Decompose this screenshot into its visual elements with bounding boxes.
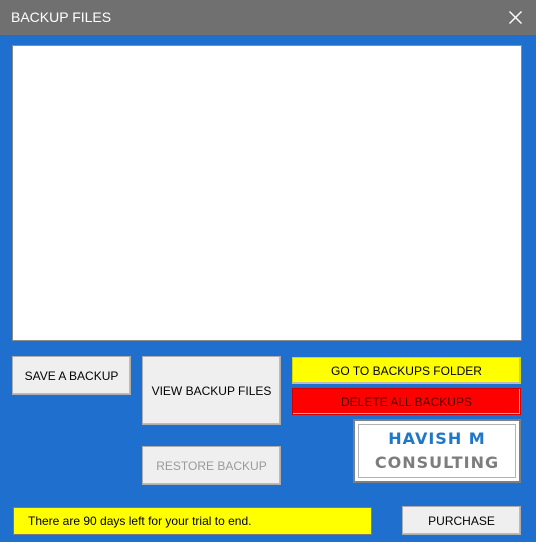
- logo-line-1: HAVISH M: [388, 429, 486, 448]
- window-title: BACKUP FILES: [11, 9, 112, 25]
- view-backup-files-button[interactable]: VIEW BACKUP FILES: [142, 356, 281, 425]
- backup-files-list[interactable]: [12, 45, 522, 341]
- close-button[interactable]: [496, 0, 536, 35]
- logo-line-2: CONSULTING: [374, 453, 500, 472]
- havish-m-consulting-logo: HAVISH M CONSULTING: [353, 419, 521, 483]
- go-to-backups-folder-button[interactable]: GO TO BACKUPS FOLDER: [292, 357, 521, 384]
- close-icon: [509, 11, 522, 24]
- restore-backup-button[interactable]: RESTORE BACKUP: [142, 446, 281, 485]
- save-backup-button[interactable]: SAVE A BACKUP: [12, 356, 131, 395]
- trial-status-message: There are 90 days left for your trial to…: [13, 507, 372, 535]
- delete-all-backups-button[interactable]: DELETE ALL BACKUPS: [292, 388, 521, 415]
- purchase-button[interactable]: PURCHASE: [402, 506, 521, 535]
- title-bar: BACKUP FILES: [0, 0, 536, 35]
